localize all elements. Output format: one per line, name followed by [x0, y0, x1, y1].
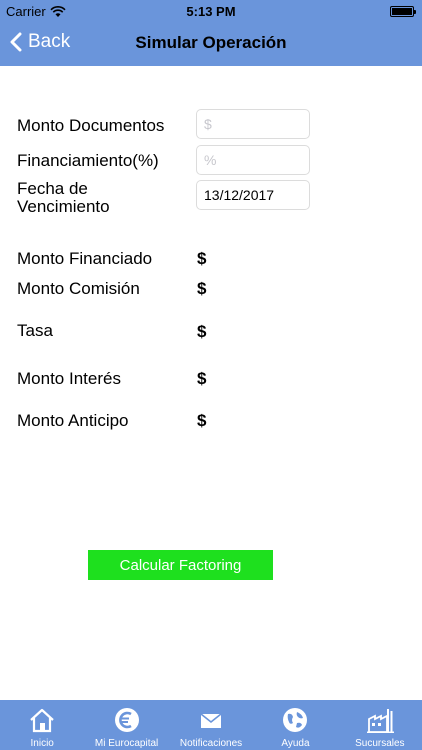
fecha-label-line1: Fecha de: [17, 179, 88, 198]
tasa-value: $: [197, 322, 207, 341]
tab-mi-eurocapital-label: Mi Eurocapital: [94, 738, 159, 749]
tab-ayuda-label: Ayuda: [281, 738, 310, 749]
globe-icon: [283, 708, 308, 732]
status-time: 5:13 PM: [186, 4, 236, 19]
monto-documentos-label: Monto Documentos: [17, 116, 165, 135]
tab-inicio[interactable]: Inicio: [0, 700, 84, 750]
tab-ayuda[interactable]: Ayuda: [253, 700, 337, 750]
envelope-icon: [200, 713, 222, 728]
calcular-factoring-label: Calcular Factoring: [119, 556, 242, 574]
monto-comision-label: Monto Comisión: [17, 279, 140, 298]
monto-financiado-value: $: [197, 249, 207, 268]
battery-icon: [390, 6, 416, 17]
monto-anticipo-label: Monto Anticipo: [17, 411, 129, 430]
tab-mi-eurocapital[interactable]: Mi Eurocapital: [84, 700, 168, 750]
tab-sucursales[interactable]: Sucursales: [338, 700, 422, 750]
monto-comision-value: $: [197, 279, 207, 298]
financiamiento-label: Financiamiento(%): [17, 151, 159, 170]
tab-sucursales-label: Sucursales: [355, 738, 405, 749]
building-icon: [366, 709, 394, 733]
tasa-label: Tasa: [17, 321, 53, 340]
tab-bar: Inicio Mi Eurocapital Notificaciones Ayu…: [0, 700, 422, 750]
monto-documentos-input[interactable]: [196, 109, 310, 139]
tab-notificaciones[interactable]: Notificaciones: [169, 700, 253, 750]
home-icon: [30, 708, 54, 733]
euro-clock-icon: [114, 708, 139, 732]
monto-interes-value: $: [197, 369, 207, 388]
monto-financiado-label: Monto Financiado: [17, 249, 153, 268]
monto-interes-label: Monto Interés: [17, 369, 121, 388]
header-bar: Carrier 5:13 PM Back Simular Operación: [0, 0, 422, 66]
fecha-label-line2: Vencimiento: [17, 197, 110, 216]
page-title: Simular Operación: [135, 33, 287, 52]
status-bar: Carrier 5:13 PM: [0, 0, 422, 22]
calcular-factoring-button[interactable]: Calcular Factoring: [88, 550, 273, 580]
financiamiento-input[interactable]: [196, 145, 310, 175]
tab-inicio-label: Inicio: [30, 738, 54, 749]
monto-anticipo-value: $: [197, 411, 207, 430]
fecha-vencimiento-input[interactable]: [196, 180, 310, 210]
tab-notificaciones-label: Notificaciones: [179, 738, 243, 749]
